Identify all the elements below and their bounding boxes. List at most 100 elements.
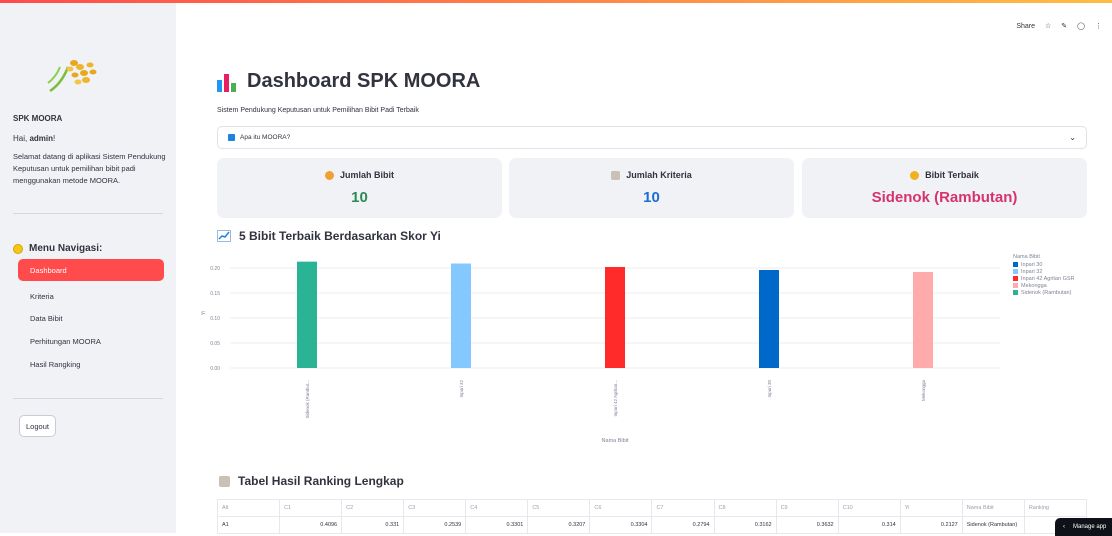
nav-item-perhitungan-moora[interactable]: Perhitungan MOORA: [18, 330, 164, 352]
medal-icon: [910, 170, 920, 180]
table-header-cell[interactable]: Yi: [899, 499, 963, 517]
menu-title: Menu Navigasi:: [13, 243, 102, 254]
legend-swatch: [1013, 290, 1018, 295]
table-header-cell[interactable]: C5: [527, 499, 591, 517]
table-cell: 0.2127: [899, 516, 963, 534]
seedling-icon: [324, 170, 334, 180]
table-cell: 0.3207: [527, 516, 591, 534]
x-tick-label: Inpari 30: [767, 380, 772, 398]
y-axis-label: Yi: [201, 311, 207, 315]
manage-app-button[interactable]: ‹ Manage app: [1055, 518, 1112, 536]
table-cell: 0.331: [341, 516, 405, 534]
greeting-prefix: Hai,: [13, 134, 30, 143]
page-title-text: Dashboard SPK MOORA: [247, 70, 481, 92]
table-cell: 0.2539: [403, 516, 467, 534]
metric-value: 10: [351, 189, 368, 206]
info-icon: [228, 134, 235, 141]
edit-icon[interactable]: ✎: [1061, 22, 1067, 30]
share-button[interactable]: Share: [1016, 23, 1035, 30]
table-row: A1 0.4096 0.331 0.2539 0.3301 0.3207 0.3304 0.2…: [216, 516, 1088, 534]
bar: [759, 270, 779, 368]
metric-value: Sidenok (Rambutan): [871, 189, 1018, 206]
table-cell: 0.2794: [651, 516, 715, 534]
x-axis-label: Nama Bibit: [602, 438, 629, 444]
legend-label: Inpari 42 Agritan GSR: [1021, 276, 1075, 282]
table-header-cell[interactable]: C3: [403, 499, 467, 517]
expander-label: Apa itu MOORA?: [240, 134, 291, 141]
more-menu-icon[interactable]: ⋮: [1095, 22, 1102, 30]
legend-title: Nama Bibit: [1013, 254, 1040, 260]
table-header-row: Alt C1 C2 C3 C4 C5 C6 C7 C8 C9 C10 Yi Nama Bibit Rank…: [216, 499, 1088, 517]
chart-title-text: 5 Bibit Terbaik Berdasarkan Skor Yi: [239, 229, 441, 243]
moora-expander[interactable]: Apa itu MOORA? ⌄: [217, 126, 1087, 149]
x-tick-label: Inpari 32: [459, 380, 464, 398]
greeting: Hai, admin!: [13, 134, 55, 143]
sidebar-divider: [13, 213, 163, 214]
metric-jumlah-kriteria: Jumlah Kriteria 10: [509, 158, 794, 218]
table-header-cell[interactable]: Alt: [216, 499, 281, 517]
sidebar: SPK MOORA Hai, admin! Selamat datang di …: [0, 3, 176, 533]
star-icon[interactable]: ☆: [1045, 22, 1051, 30]
table-header-cell[interactable]: Nama Bibit: [961, 499, 1025, 517]
table-cell: 0.314: [837, 516, 901, 534]
metric-label: Bibit Terbaik: [925, 170, 979, 180]
table-header-cell[interactable]: C2: [341, 499, 405, 517]
y-tick-label: 0.05: [210, 341, 220, 347]
metric-label: Jumlah Kriteria: [626, 170, 692, 180]
table-cell: 0.4096: [279, 516, 343, 534]
legend-label: Inpari 32: [1021, 269, 1042, 275]
nav-item-dashboard[interactable]: Dashboard: [18, 259, 164, 281]
chevron-down-icon: ⌄: [1069, 133, 1076, 142]
table-cell: 0.3301: [465, 516, 529, 534]
trend-chart-icon: [217, 230, 231, 242]
greeting-user: admin: [29, 134, 54, 143]
bar: [605, 267, 625, 368]
bar: [913, 272, 933, 368]
x-tick-label: Mekongga: [921, 380, 926, 402]
bar-chart-icon: [217, 72, 237, 92]
logout-button[interactable]: Logout: [19, 415, 56, 437]
greeting-suffix: !: [53, 134, 56, 143]
table-cell: A1: [216, 516, 281, 534]
legend-label: Sidenok (Rambutan): [1021, 290, 1072, 296]
metric-label: Jumlah Bibit: [339, 170, 394, 180]
y-tick-label: 0.10: [210, 316, 220, 322]
sidebar-divider: [13, 398, 163, 399]
x-tick-label: Sidenok (Rambut...: [305, 380, 310, 419]
table-title-text: Tabel Hasil Ranking Lengkap: [238, 474, 404, 488]
table-header-cell[interactable]: C1: [279, 499, 343, 517]
table-header-cell[interactable]: C6: [589, 499, 653, 517]
table-header-cell[interactable]: Ranking: [1023, 499, 1088, 517]
bar-chart: 0.20 0.15 0.10 0.05 0.00 Yi Sidenok (Rambut...…: [201, 254, 1075, 444]
x-tick-label: Inpari 42 Agritan...: [613, 380, 618, 417]
github-icon[interactable]: ◯: [1077, 22, 1085, 30]
table-header-cell[interactable]: C10: [837, 499, 901, 517]
legend-swatch: [1013, 283, 1018, 288]
nav-item-hasil-rangking[interactable]: Hasil Rangking: [18, 353, 164, 375]
nav-item-kriteria[interactable]: Kriteria: [18, 285, 164, 307]
bar: [297, 261, 317, 368]
table-header-cell[interactable]: C9: [775, 499, 839, 517]
legend-swatch: [1013, 262, 1018, 267]
legend-label: Mekongga: [1021, 283, 1048, 289]
metric-jumlah-bibit: Jumlah Bibit 10: [217, 158, 502, 218]
metric-value: 10: [643, 189, 660, 206]
y-tick-label: 0.00: [210, 366, 220, 372]
chart-title: 5 Bibit Terbaik Berdasarkan Skor Yi: [217, 229, 441, 243]
legend-swatch: [1013, 269, 1018, 274]
legend-label: Inpari 30: [1021, 262, 1042, 268]
table-header-cell[interactable]: C8: [713, 499, 777, 517]
table-cell: 0.3304: [589, 516, 653, 534]
sidebar-app-title: SPK MOORA: [13, 114, 63, 123]
table-cell: 0.3162: [713, 516, 777, 534]
table-cell: Sidenok (Rambutan): [961, 516, 1025, 534]
table-header-cell[interactable]: C4: [465, 499, 529, 517]
rice-plant-logo: [47, 60, 97, 93]
metric-bibit-terbaik: Bibit Terbaik Sidenok (Rambutan): [802, 158, 1087, 218]
table-cell: 0.3632: [775, 516, 839, 534]
welcome-text: Selamat datang di aplikasi Sistem Penduk…: [13, 152, 166, 185]
nav-item-data-bibit[interactable]: Data Bibit: [18, 307, 164, 329]
compass-icon: [13, 243, 23, 254]
table-header-cell[interactable]: C7: [651, 499, 715, 517]
menu-title-label: Menu Navigasi:: [29, 243, 103, 254]
